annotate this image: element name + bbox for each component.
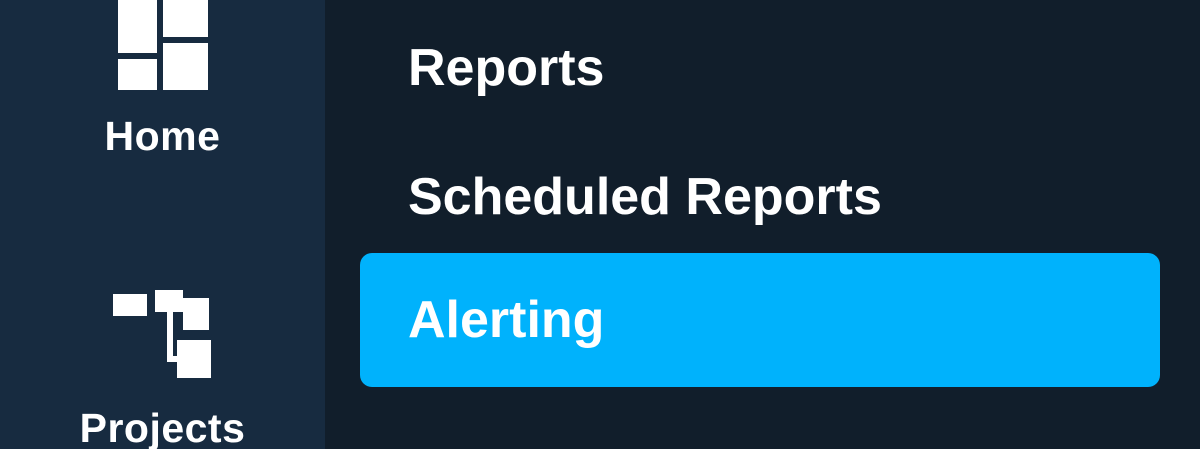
submenu-item-alerting[interactable]: Alerting [360,253,1160,387]
submenu-item-scheduled-reports[interactable]: Scheduled Reports [360,130,1160,264]
home-grid-icon [117,0,208,90]
nav-rail-item-projects[interactable]: Projects [0,290,325,449]
submenu-item-label: Scheduled Reports [408,168,882,226]
submenu-item-label: Alerting [408,291,605,349]
submenu-item-reports[interactable]: Reports [360,1,1160,135]
nav-rail-label-home: Home [104,113,221,159]
app-shell: Home Projects Reports Scheduled Reports [0,0,1200,449]
submenu-item-label: Reports [408,39,605,97]
nav-rail-label-projects: Projects [79,405,246,449]
nav-rail: Home Projects [0,0,325,449]
submenu-panel: Reports Scheduled Reports Alerting [325,0,1200,449]
projects-hierarchy-icon [112,290,213,380]
nav-rail-item-home[interactable]: Home [0,0,325,157]
